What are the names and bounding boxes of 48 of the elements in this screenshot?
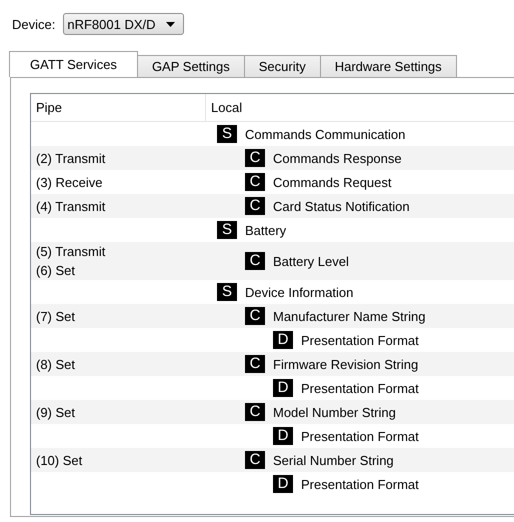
attribute-name[interactable]: Commands Request (273, 174, 392, 190)
type-badge: C (245, 173, 265, 191)
type-badge: C (245, 451, 265, 469)
pipe-cell-text: (10) Set (36, 452, 84, 470)
type-badge: C (245, 149, 265, 167)
device-dropdown[interactable]: nRF8001 DX/D (63, 13, 184, 35)
attribute-name[interactable]: Presentation Format (301, 476, 419, 492)
attribute-name[interactable]: Card Status Notification (273, 198, 410, 214)
tab[interactable]: Hardware Settings (320, 55, 457, 77)
attribute-name[interactable]: Battery (245, 222, 286, 238)
pipe-cell-text: (5) Transmit (36, 243, 106, 261)
attribute-name[interactable]: Presentation Format (301, 380, 419, 396)
attribute-name[interactable]: Battery Level (273, 254, 349, 268)
type-badge: C (245, 252, 265, 270)
pipe-cell-text: (4) Transmit (36, 198, 106, 216)
pipe-cell-text: (8) Set (36, 356, 76, 374)
dropdown-caret-icon (166, 22, 175, 26)
column-header[interactable]: Local (206, 94, 242, 121)
type-badge: D (273, 475, 293, 493)
attribute-name[interactable]: Presentation Format (301, 428, 419, 444)
pipe-cell-text: (6) Set (36, 262, 76, 280)
attribute-name[interactable]: Firmware Revision String (273, 356, 418, 372)
attribute-name[interactable]: Manufacturer Name String (273, 308, 426, 324)
pipe-cell-text: (3) Receive (36, 174, 104, 192)
type-badge: D (273, 379, 293, 397)
type-badge: D (273, 427, 293, 445)
attribute-name[interactable]: Commands Response (273, 150, 402, 166)
type-badge: D (273, 331, 293, 349)
type-badge: C (245, 307, 265, 325)
type-badge: S (217, 221, 237, 239)
attribute-name[interactable]: Model Number String (273, 404, 396, 420)
pipe-cell-text: (9) Set (36, 404, 76, 422)
type-badge: S (217, 125, 237, 143)
tab[interactable]: Security (244, 55, 321, 77)
tab[interactable]: GAP Settings (136, 55, 245, 77)
attribute-name[interactable]: Presentation Format (301, 332, 419, 348)
type-badge: C (245, 197, 265, 215)
type-badge: C (245, 403, 265, 421)
attribute-name[interactable]: Serial Number String (273, 452, 394, 468)
attribute-name[interactable]: Device Information (245, 284, 354, 300)
pipe-cell-text: (2) Transmit (36, 150, 106, 168)
tab[interactable]: GATT Services (9, 51, 138, 77)
column-header[interactable]: Pipe (31, 94, 206, 121)
device-label: Device: (12, 16, 56, 32)
pipe-cell-text: (7) Set (36, 308, 76, 326)
attribute-name[interactable]: Commands Communication (245, 126, 406, 142)
type-badge: S (217, 283, 237, 301)
type-badge: C (245, 355, 265, 373)
